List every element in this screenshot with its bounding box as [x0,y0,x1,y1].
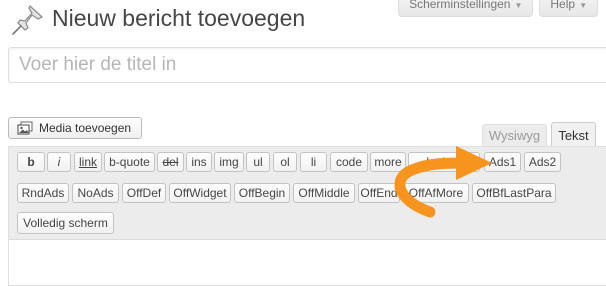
fullscreen-button[interactable]: Volledig scherm [17,212,114,234]
tab-wysiwyg[interactable]: Wysiwyg [482,124,547,146]
quicktag-more-button[interactable]: more [370,152,406,172]
dropdown-arrow-icon: ▼ [579,1,587,10]
quicktag-ads1-button[interactable]: Ads1 [484,152,521,172]
screen-options-label: Scherminstellingen [409,0,511,11]
quicktag-ol-button[interactable]: ol [273,152,297,172]
quicktag-i-button[interactable]: i [47,152,71,172]
quicktag-noads-button[interactable]: NoAds [72,183,119,203]
add-media-label: Media toevoegen [39,121,132,135]
quicktag-offafmore-button[interactable]: OffAfMore [403,183,469,203]
help-tab[interactable]: Help ▼ [539,0,598,17]
quicktag-offend-button[interactable]: OffEnd [358,183,400,203]
quicktag-link-button[interactable]: link [74,152,102,172]
quicktag-rndads-button[interactable]: RndAds [17,183,69,203]
quicktag-b-quote-button[interactable]: b-quote [104,152,155,172]
quicktag-ul-button[interactable]: ul [246,152,270,172]
media-icon [17,121,33,135]
add-media-button[interactable]: Media toevoegen [8,117,143,139]
pushpin-icon [12,5,43,35]
screen-meta-links: Scherminstellingen ▼ Help ▼ [398,0,598,17]
quicktag-code-button[interactable]: code [330,152,368,172]
quicktag-lookup-button[interactable]: lookup [408,152,480,172]
quicktag-li-button[interactable]: li [300,152,327,172]
quicktag-b-button[interactable]: b [17,152,45,172]
page-title: Nieuw bericht toevoegen [52,5,306,31]
quicktag-img-button[interactable]: img [214,152,244,172]
screen-options-tab[interactable]: Scherminstellingen ▼ [398,0,534,17]
quicktag-ins-button[interactable]: ins [186,152,212,172]
post-title-input[interactable] [9,48,606,82]
quicktag-ads2-button[interactable]: Ads2 [524,152,561,172]
quicktag-offbegin-button[interactable]: OffBegin [234,183,290,203]
post-title-field[interactable] [8,47,606,83]
tab-text[interactable]: Tekst [551,122,596,147]
quicktag-offbflastpara-button[interactable]: OffBfLastPara [472,183,556,203]
quicktag-offwidget-button[interactable]: OffWidget [169,183,231,203]
quicktag-del-button[interactable]: del [157,152,184,172]
quicktag-offdef-button[interactable]: OffDef [122,183,166,203]
dropdown-arrow-icon: ▼ [514,1,523,10]
help-label: Help [550,0,576,11]
quicktag-offmiddle-button[interactable]: OffMiddle [293,183,355,203]
